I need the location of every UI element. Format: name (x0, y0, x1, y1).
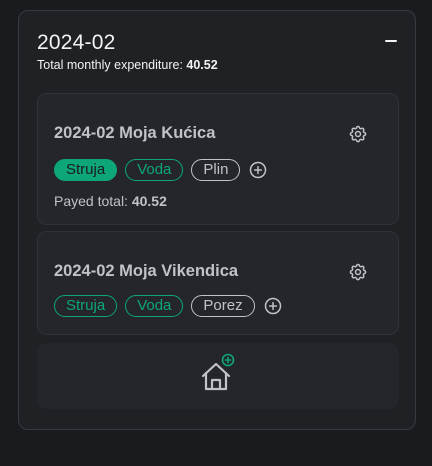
bill-chip-voda[interactable]: Voda (125, 159, 184, 181)
house-title: 2024-02 Moja Vikendica (54, 262, 239, 280)
payed-total: Payed total: 40.52 (54, 193, 167, 209)
house-card: 2024-02 Moja Vikendica Struja Voda Porez (37, 231, 399, 335)
gear-icon[interactable] (348, 124, 368, 144)
gear-icon[interactable] (348, 262, 368, 282)
month-card: 2024-02 Total monthly expenditure: 40.52… (18, 10, 416, 430)
home-plus-icon (201, 353, 235, 391)
month-title: 2024-02 (37, 31, 116, 54)
house-card: 2024-02 Moja Kućica Struja Voda Plin Pay… (37, 93, 399, 225)
monthly-total-value: 40.52 (186, 58, 218, 72)
house-title: 2024-02 Moja Kućica (54, 124, 216, 142)
plus-circle-icon[interactable] (248, 160, 268, 180)
bill-chip-voda[interactable]: Voda (125, 295, 184, 317)
bill-chip-struja[interactable]: Struja (54, 159, 118, 181)
bill-chips: Struja Voda Porez (54, 295, 283, 317)
monthly-total-label: Total monthly expenditure: (37, 58, 183, 72)
bill-chips: Struja Voda Plin (54, 159, 268, 181)
monthly-total: Total monthly expenditure: 40.52 (37, 58, 218, 72)
bill-chip-porez[interactable]: Porez (191, 295, 255, 317)
collapse-minus-icon[interactable] (385, 40, 397, 42)
bill-chip-struja[interactable]: Struja (54, 295, 118, 317)
add-house-button[interactable] (37, 343, 399, 409)
plus-circle-icon[interactable] (263, 296, 283, 316)
payed-total-label: Payed total: (54, 193, 128, 209)
payed-total-value: 40.52 (131, 193, 167, 209)
bill-chip-plin[interactable]: Plin (191, 159, 241, 181)
